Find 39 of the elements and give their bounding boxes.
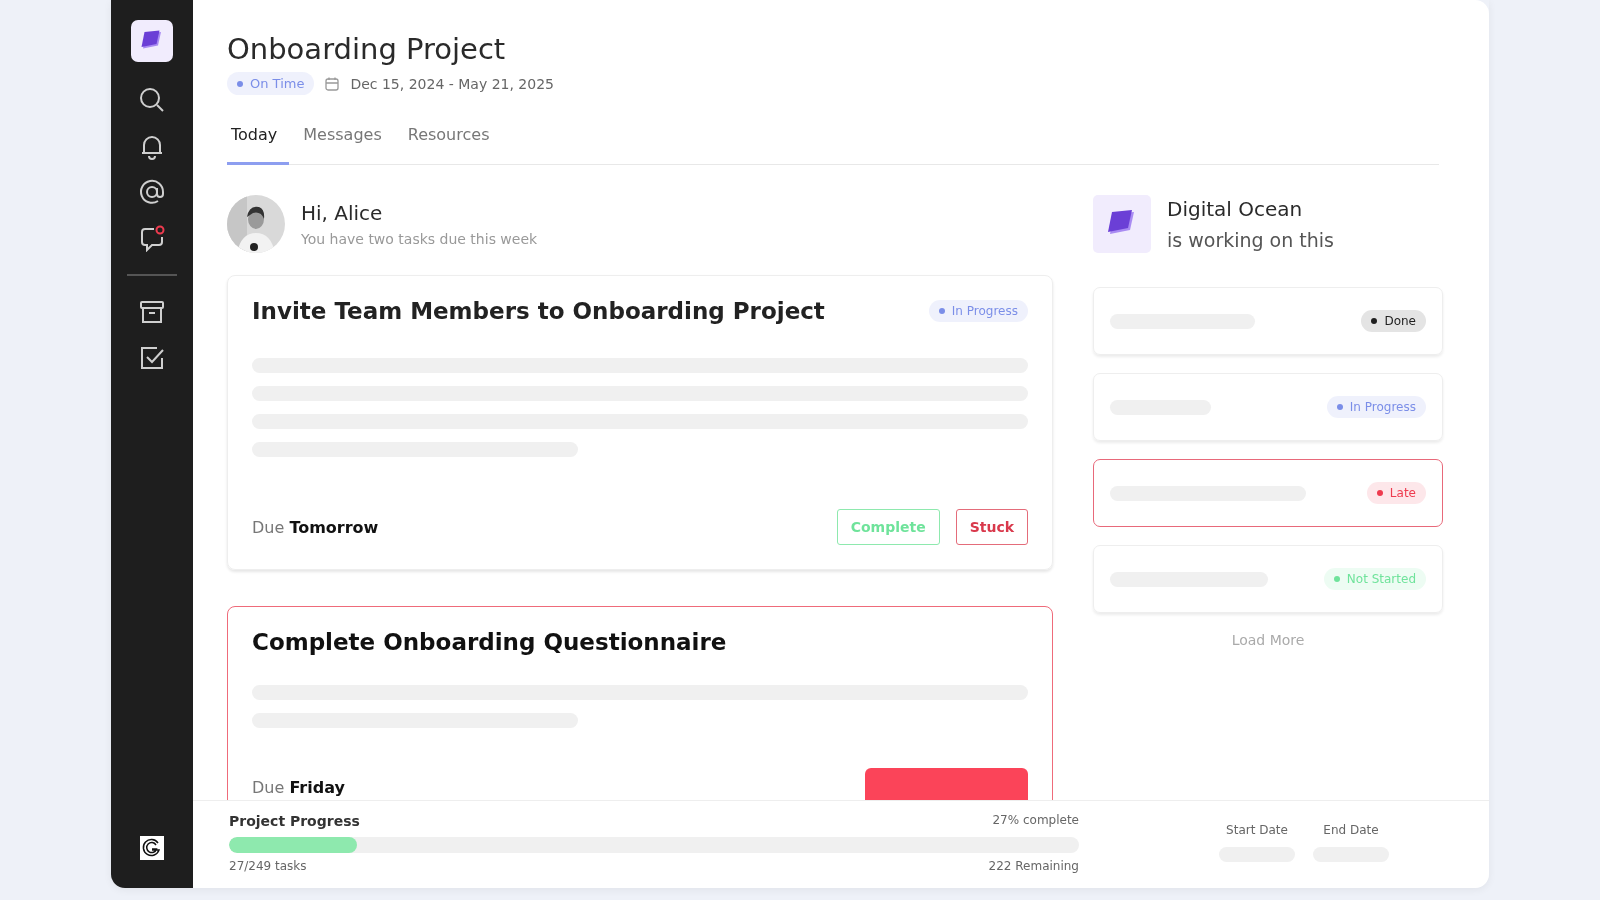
progress-title: Project Progress <box>229 813 360 829</box>
remaining-count: 222 Remaining <box>988 859 1079 873</box>
load-more-button[interactable]: Load More <box>1225 631 1311 649</box>
status-badge: Late <box>1366 482 1426 504</box>
status-badge: In Progress <box>1326 396 1426 418</box>
status-badge: On Time <box>227 72 315 95</box>
team-name: Digital Ocean <box>1167 197 1304 221</box>
task-row[interactable]: Done <box>1093 287 1443 355</box>
task-row[interactable]: Late <box>1093 459 1443 527</box>
due-date: Due Tomorrow <box>252 517 379 537</box>
greeting-subtitle: You have two tasks due this week <box>301 231 538 247</box>
search-icon[interactable] <box>138 86 166 114</box>
task-title: Invite Team Members to Onboarding Project <box>252 298 825 324</box>
checkbox-icon[interactable] <box>138 344 166 372</box>
progress-percent: 27% complete <box>992 813 1079 829</box>
archive-icon[interactable] <box>138 298 166 326</box>
status-badge: Done <box>1361 310 1426 332</box>
tab[interactable]: Resources <box>403 113 502 165</box>
tab[interactable]: Today <box>227 113 290 165</box>
app-logo[interactable] <box>131 20 173 62</box>
date-label: Start Date <box>1226 823 1288 837</box>
due-date: Due Friday <box>252 777 345 797</box>
task-title: Complete Onboarding Questionnaire <box>252 629 727 655</box>
project-title: Onboarding Project <box>227 32 507 66</box>
tab[interactable]: Messages <box>299 113 394 165</box>
task-count: 27/249 tasks <box>229 859 307 873</box>
status-badge: In Progress <box>928 300 1028 322</box>
team-logo <box>1093 195 1151 253</box>
date-label: End Date <box>1323 823 1379 837</box>
stuck-button[interactable]: Stuck <box>955 509 1028 545</box>
status-badge: Not Started <box>1323 568 1426 590</box>
at-sign-icon[interactable] <box>138 178 166 206</box>
date-range: Dec 15, 2024 - May 21, 2025 <box>350 75 554 92</box>
task-row[interactable]: In Progress <box>1093 373 1443 441</box>
chat-icon[interactable] <box>138 224 166 252</box>
calendar-icon <box>324 75 341 92</box>
brand-logo-icon[interactable] <box>140 836 164 860</box>
greeting-title: Hi, Alice <box>301 201 384 225</box>
team-subtitle: is working on this <box>1167 229 1334 251</box>
